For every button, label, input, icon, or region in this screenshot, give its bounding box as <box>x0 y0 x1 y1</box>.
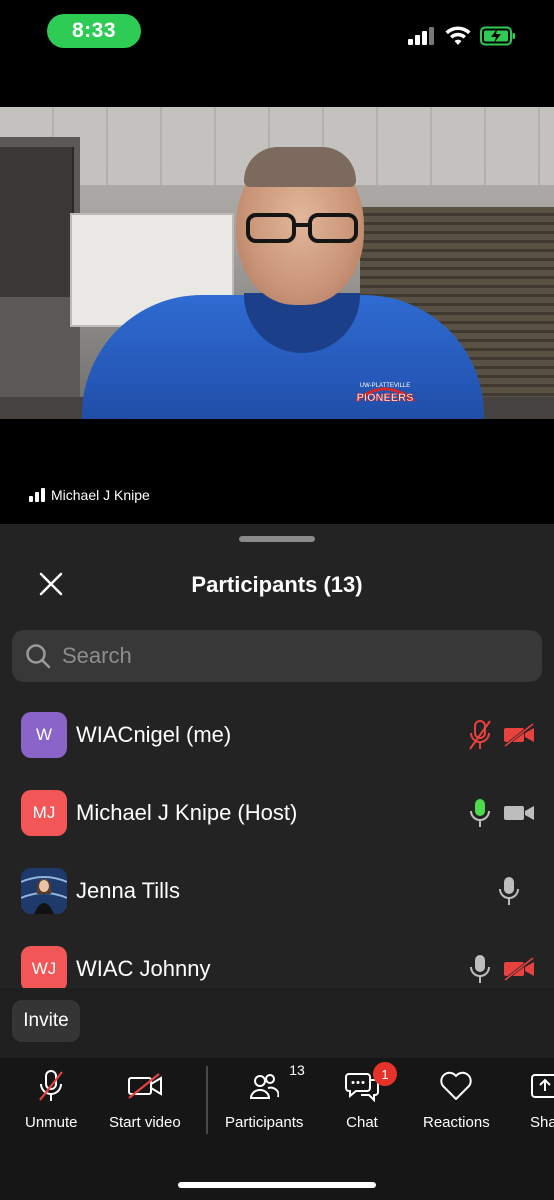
wifi-icon <box>445 26 471 45</box>
mic-muted-icon <box>469 720 491 750</box>
participant-name: Michael J Knipe (Host) <box>76 800 298 825</box>
panel-title: Participants (13) <box>191 572 363 597</box>
invite-button[interactable]: Invite <box>12 1000 80 1042</box>
heart-icon <box>440 1071 473 1100</box>
participant-row[interactable]: WJ WIAC Johnny <box>0 930 554 988</box>
mic-icon <box>470 955 490 983</box>
signal-strength-icon <box>29 488 45 502</box>
search-icon <box>26 644 51 669</box>
speaker-name-tag: Michael J Knipe <box>29 487 150 503</box>
avatar-photo <box>21 868 67 914</box>
unmute-button[interactable]: Unmute <box>25 1068 78 1131</box>
participants-count: 13 <box>289 1062 305 1078</box>
video-off-icon <box>127 1073 162 1099</box>
participant-name: WIACnigel (me) <box>76 722 232 747</box>
home-indicator[interactable] <box>178 1182 376 1188</box>
chat-unread-badge: 1 <box>373 1062 397 1086</box>
reactions-label: Reactions <box>423 1114 490 1131</box>
meeting-toolbar: Unmute Start video 13 Participants 1 Cha… <box>0 1058 554 1200</box>
panel-drag-handle[interactable] <box>239 536 315 542</box>
status-time: 8:33 <box>47 14 141 48</box>
video-off-icon <box>504 957 534 981</box>
participant-name: Jenna Tills <box>76 878 180 903</box>
start-video-button[interactable]: Start video <box>109 1068 181 1131</box>
unmute-label: Unmute <box>25 1114 78 1131</box>
start-video-label: Start video <box>109 1114 181 1131</box>
chat-button[interactable]: 1 Chat <box>345 1062 397 1131</box>
status-bar: 8:33 <box>0 0 554 80</box>
cellular-signal-icon <box>408 27 434 45</box>
speaker-video: UW-PLATTEVILLE PIONEERS <box>0 107 554 419</box>
avatar: WJ <box>21 946 67 988</box>
video-on-icon <box>504 806 534 820</box>
mic-speaking-icon <box>470 799 490 827</box>
mic-muted-icon <box>39 1070 64 1101</box>
participants-icon <box>250 1074 280 1099</box>
avatar: W <box>21 712 67 758</box>
avatar: MJ <box>21 790 67 836</box>
svg-text:PIONEERS: PIONEERS <box>357 392 414 404</box>
video-area[interactable]: UW-PLATTEVILLE PIONEERS Michael J Knipe <box>0 80 554 524</box>
chat-label: Chat <box>346 1114 378 1131</box>
speaker-name: Michael J Knipe <box>51 487 150 503</box>
reactions-button[interactable]: Reactions <box>423 1068 490 1131</box>
invite-bar: Invite <box>0 988 554 1058</box>
search-input[interactable] <box>60 642 524 670</box>
share-button[interactable]: Share <box>530 1068 554 1131</box>
participant-row[interactable]: MJ Michael J Knipe (Host) <box>0 774 554 852</box>
participant-row[interactable]: Jenna Tills <box>0 852 554 930</box>
status-icons <box>408 26 516 46</box>
search-field[interactable] <box>12 630 542 682</box>
share-icon <box>531 1074 554 1098</box>
video-off-icon <box>504 723 534 747</box>
participant-row[interactable]: W WIACnigel (me) <box>0 696 554 774</box>
mic-icon <box>499 877 519 905</box>
participants-label: Participants <box>225 1114 304 1131</box>
participants-button[interactable]: 13 Participants <box>225 1062 305 1131</box>
participant-name: WIAC Johnny <box>76 956 211 981</box>
toolbar-divider <box>206 1066 208 1134</box>
battery-charging-icon <box>480 26 515 46</box>
share-label: Share <box>530 1114 554 1131</box>
svg-text:UW-PLATTEVILLE: UW-PLATTEVILLE <box>360 383 410 389</box>
shirt-logo: UW-PLATTEVILLE PIONEERS <box>355 383 415 404</box>
participant-list[interactable]: W WIACnigel (me) MJ Michael J Knipe (Hos… <box>0 696 554 988</box>
